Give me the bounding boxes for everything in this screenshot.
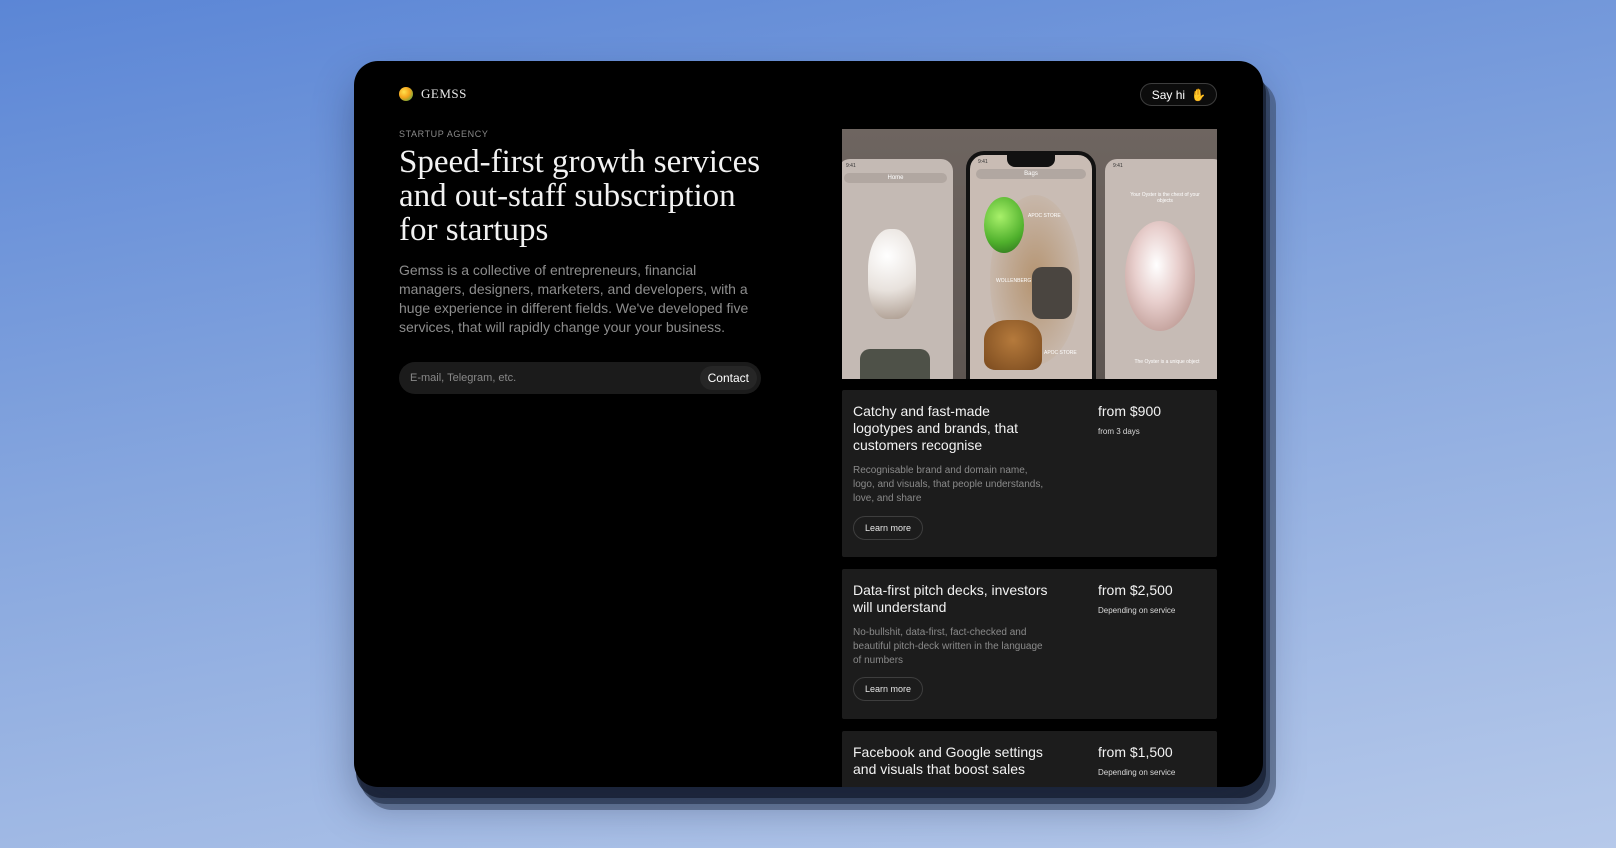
product-tag: WOLLENBERG bbox=[996, 278, 1032, 284]
phone-header: Bags bbox=[976, 169, 1086, 179]
service-card: Facebook and Google settings and visuals… bbox=[842, 731, 1217, 787]
product-image bbox=[984, 197, 1024, 253]
product-image bbox=[984, 320, 1042, 370]
phone-notch bbox=[1007, 155, 1055, 167]
service-card: Catchy and fast-made logotypes and brand… bbox=[842, 390, 1217, 557]
service-description: Recognisable brand and domain name, logo… bbox=[853, 465, 1044, 504]
product-image bbox=[868, 229, 916, 319]
product-image bbox=[1032, 267, 1072, 319]
service-title: Facebook and Google settings and visuals… bbox=[853, 744, 1043, 777]
phone-mockup-bags: 9:41 Bags APOC STORE WOLLENBERG APOC STO… bbox=[966, 151, 1096, 379]
waving-hand-icon: ✋ bbox=[1191, 87, 1206, 102]
hero-kicker: STARTUP AGENCY bbox=[399, 129, 489, 139]
service-note: from 3 days bbox=[1098, 427, 1140, 436]
contact-button[interactable]: Contact bbox=[699, 366, 757, 390]
service-description: No-bullshit, data-first, fact-checked an… bbox=[853, 627, 1043, 666]
phone-footer-text: The Oyster is a unique object bbox=[1134, 359, 1200, 365]
say-hi-button[interactable]: Say hi ✋ bbox=[1139, 83, 1217, 106]
phone-header: Home bbox=[844, 173, 947, 183]
service-title: Data-first pitch decks, investors will u… bbox=[853, 582, 1048, 615]
product-image bbox=[1125, 221, 1195, 331]
learn-more-button[interactable]: Learn more bbox=[853, 677, 924, 701]
service-note: Depending on service bbox=[1098, 606, 1176, 615]
phone-caption: Your Oyster is the chest of your objects bbox=[1130, 192, 1200, 204]
phone-mockup-home: 9:41 Home bbox=[842, 159, 953, 379]
product-image bbox=[860, 349, 930, 379]
hero-intro: Gemss is a collective of entrepreneurs, … bbox=[399, 262, 749, 335]
showcase-image: 9:41 Home 9:41 Bags APOC STORE WOLLENBER… bbox=[842, 129, 1217, 379]
service-price: from $1,500 bbox=[1098, 744, 1173, 760]
contact-form: Contact bbox=[399, 362, 761, 394]
service-note: Depending on service bbox=[1098, 768, 1176, 777]
product-tag: APOC STORE bbox=[1044, 350, 1077, 356]
service-price: from $2,500 bbox=[1098, 582, 1173, 598]
say-hi-label: Say hi bbox=[1151, 87, 1186, 102]
brand-name: GEMSS bbox=[421, 86, 467, 101]
learn-more-button[interactable]: Learn more bbox=[853, 516, 924, 540]
contact-input[interactable] bbox=[399, 371, 700, 385]
phone-time: 9:41 bbox=[846, 163, 856, 169]
service-title: Catchy and fast-made logotypes and brand… bbox=[853, 403, 1019, 453]
service-price: from $900 bbox=[1098, 403, 1162, 419]
hero-headline: Speed-first growth services and out-staf… bbox=[399, 144, 761, 248]
logo-icon bbox=[399, 87, 413, 101]
service-card: Data-first pitch decks, investors will u… bbox=[842, 569, 1217, 719]
device-screen: GEMSS Say hi ✋ STARTUP AGENCY Speed-firs… bbox=[354, 61, 1263, 787]
phone-time: 9:41 bbox=[1113, 163, 1123, 169]
product-tag: APOC STORE bbox=[1028, 213, 1061, 219]
phone-mockup-oyster: 9:41 Your Oyster is the chest of your ob… bbox=[1105, 159, 1217, 379]
brand-logo[interactable]: GEMSS bbox=[399, 86, 467, 102]
phone-time: 9:41 bbox=[978, 159, 988, 165]
